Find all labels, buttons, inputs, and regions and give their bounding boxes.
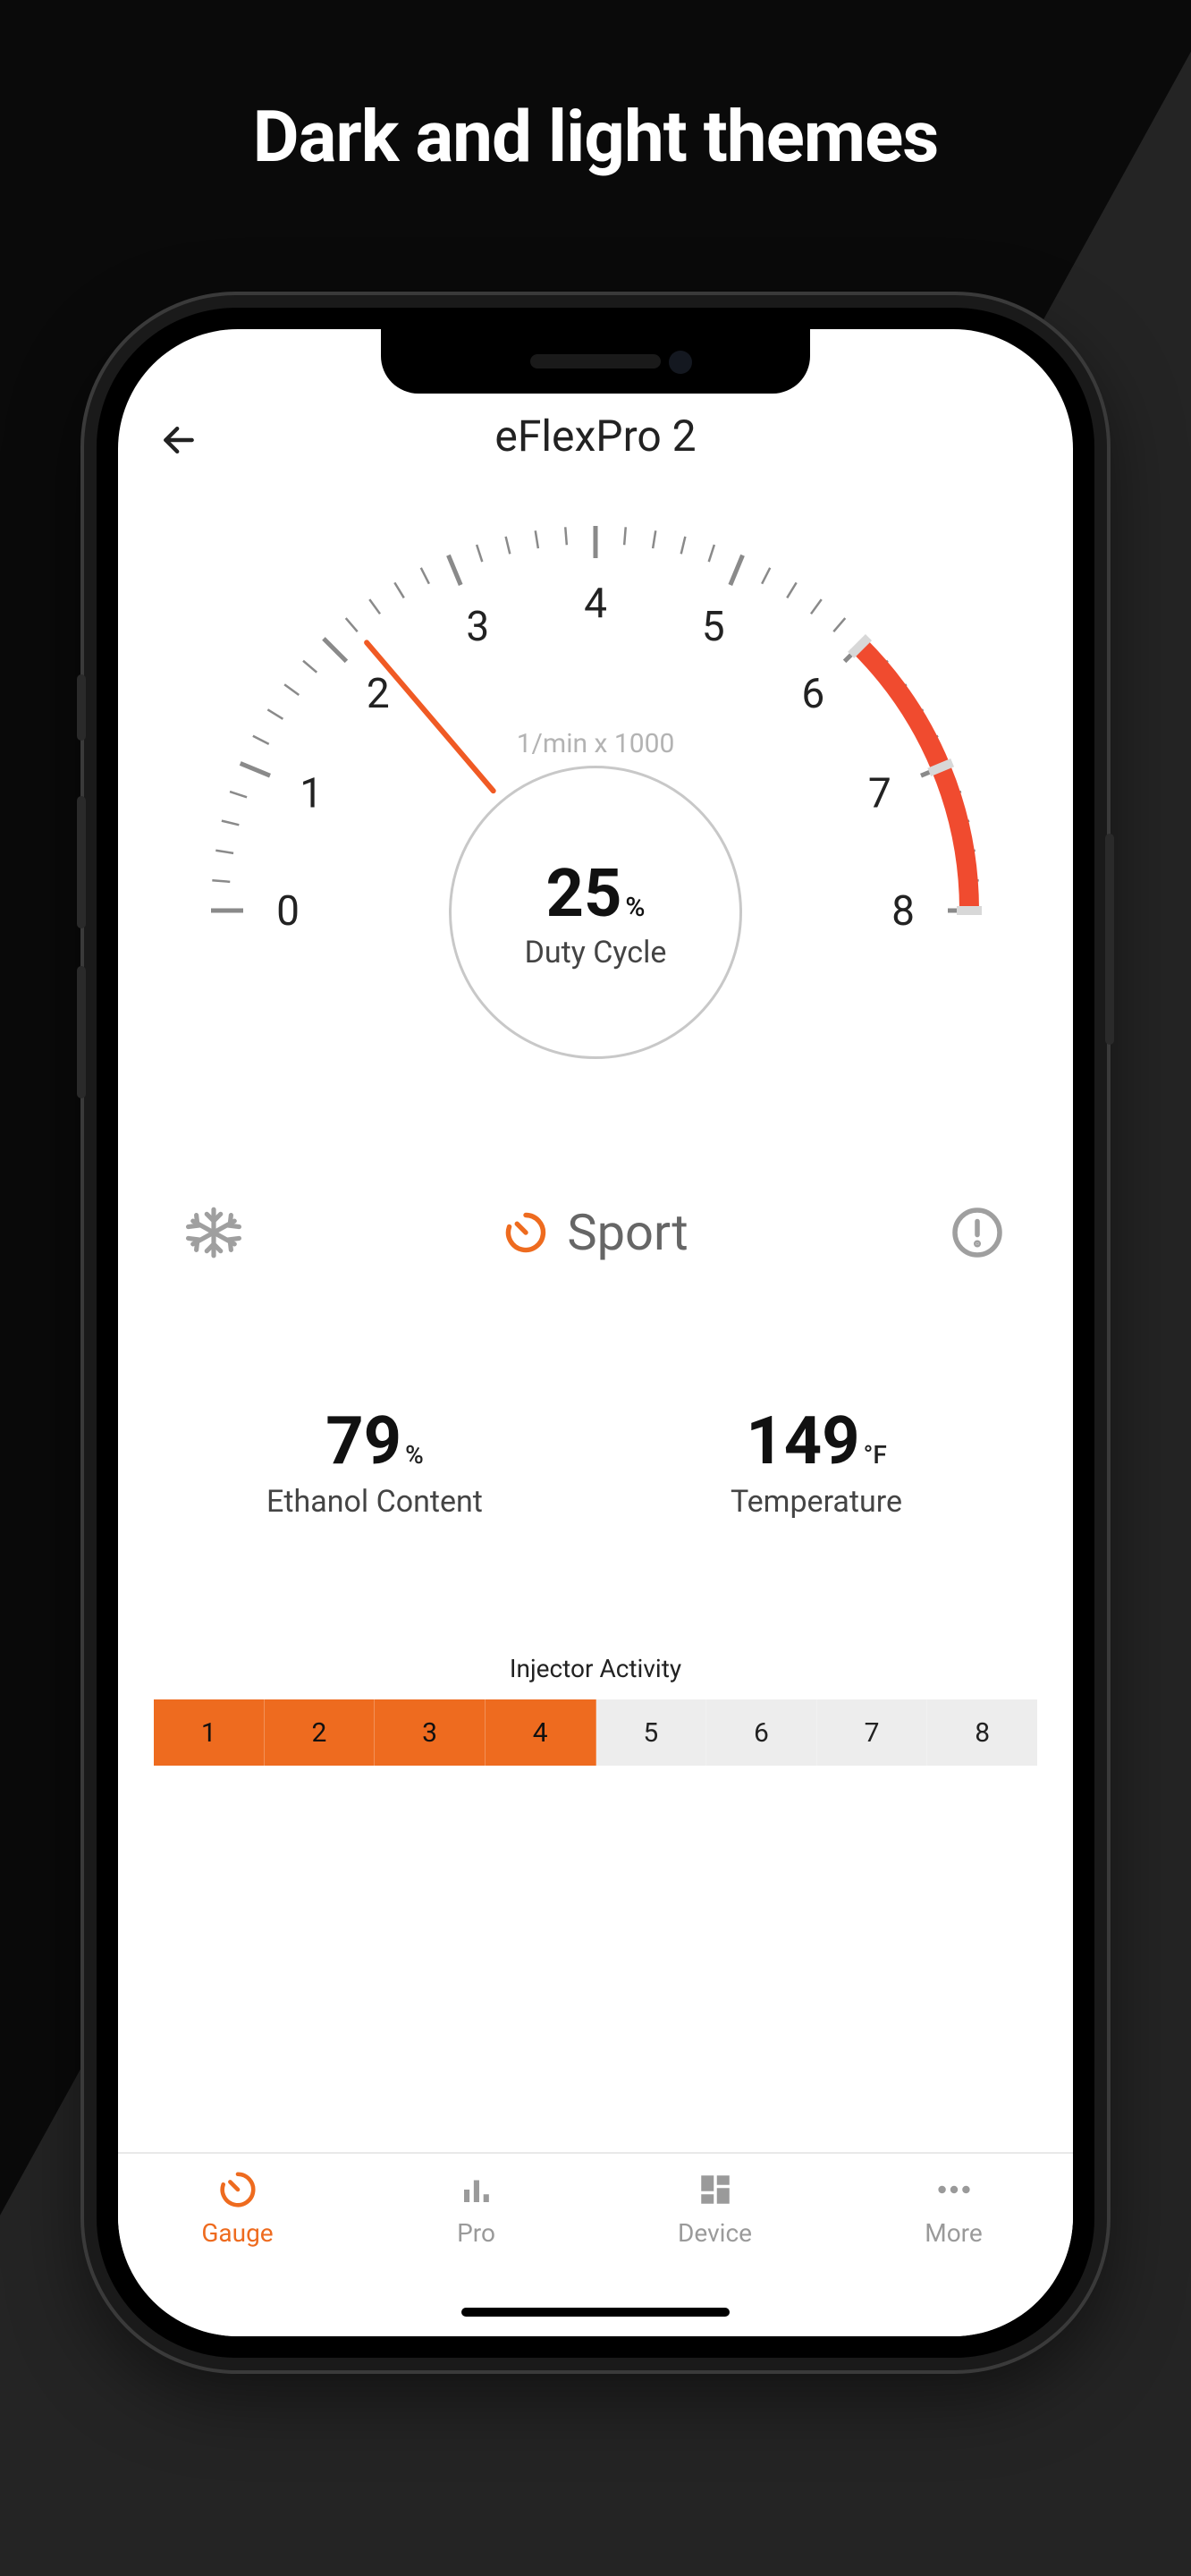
tab-gauge[interactable]: Gauge (118, 2166, 357, 2336)
bottom-tab-bar: Gauge Pro Device More (118, 2152, 1073, 2336)
phone-volume-down (77, 966, 86, 1098)
gauge-multiplier-label: 1/min x 1000 (517, 728, 675, 759)
alert-circle-icon (950, 1206, 1004, 1259)
tab-label: Pro (457, 2218, 495, 2248)
svg-text:2: 2 (367, 670, 390, 718)
gauge-icon (503, 1209, 549, 1256)
duty-cycle-readout: 25 % Duty Cycle (449, 766, 742, 1059)
drive-mode-label: Sport (567, 1203, 688, 1262)
injector-cell: 4 (486, 1699, 596, 1766)
phone-power-button (1105, 834, 1114, 1045)
bars-icon (453, 2166, 500, 2213)
more-icon (931, 2166, 977, 2213)
tab-label: Device (678, 2218, 752, 2248)
gauge-icon (215, 2166, 261, 2213)
tab-label: Gauge (201, 2218, 273, 2248)
ethanol-stat: 79 % Ethanol Content (176, 1402, 574, 1520)
svg-text:6: 6 (801, 670, 824, 718)
injector-cell: 6 (706, 1699, 817, 1766)
injector-cell: 2 (265, 1699, 376, 1766)
cold-mode-button[interactable] (181, 1199, 247, 1266)
tab-more[interactable]: More (834, 2166, 1073, 2336)
alert-button[interactable] (944, 1199, 1010, 1266)
injector-cell: 8 (927, 1699, 1037, 1766)
temperature-value: 149 (746, 1402, 859, 1480)
ethanol-unit: % (405, 1440, 424, 1470)
rpm-gauge: 0 1 2 3 4 5 6 7 8 1/min x 1000 25 % Duty Cycle (118, 481, 1073, 1125)
arrow-left-icon (159, 420, 198, 460)
app-title: eFlexPro 2 (494, 411, 696, 462)
injector-cell: 7 (817, 1699, 928, 1766)
ethanol-value: 79 (325, 1402, 401, 1480)
ethanol-label: Ethanol Content (266, 1484, 483, 1520)
svg-text:3: 3 (466, 603, 489, 651)
duty-cycle-unit: % (625, 892, 645, 923)
tab-label: More (925, 2218, 983, 2248)
svg-text:4: 4 (584, 580, 607, 628)
promo-title: Dark and light themes (0, 95, 1191, 179)
svg-text:7: 7 (868, 769, 891, 818)
phone-volume-up (77, 796, 86, 928)
duty-cycle-value: 25 (545, 855, 621, 933)
drive-mode-selector[interactable]: Sport (503, 1203, 688, 1262)
temperature-stat: 149 °F Temperature (618, 1402, 1016, 1520)
injector-activity-bar: 12345678 (154, 1699, 1037, 1766)
svg-text:1: 1 (300, 769, 323, 818)
phone-frame: eFlexPro 2 012345678 1/min x 1000 25 % (84, 295, 1107, 2370)
injector-cell: 3 (375, 1699, 486, 1766)
snowflake-icon (186, 1205, 241, 1260)
back-button[interactable] (154, 415, 204, 465)
phone-mute-switch (77, 674, 86, 741)
duty-cycle-label: Duty Cycle (525, 935, 667, 970)
temperature-label: Temperature (731, 1484, 902, 1520)
svg-text:8: 8 (891, 887, 915, 936)
phone-notch (381, 329, 810, 394)
temperature-unit: °F (864, 1440, 887, 1470)
grid-icon (692, 2166, 739, 2213)
injector-cell: 5 (596, 1699, 707, 1766)
injector-title: Injector Activity (154, 1654, 1037, 1683)
svg-text:5: 5 (702, 603, 725, 651)
home-indicator (461, 2308, 730, 2317)
svg-text:0: 0 (276, 887, 300, 936)
injector-cell: 1 (154, 1699, 265, 1766)
